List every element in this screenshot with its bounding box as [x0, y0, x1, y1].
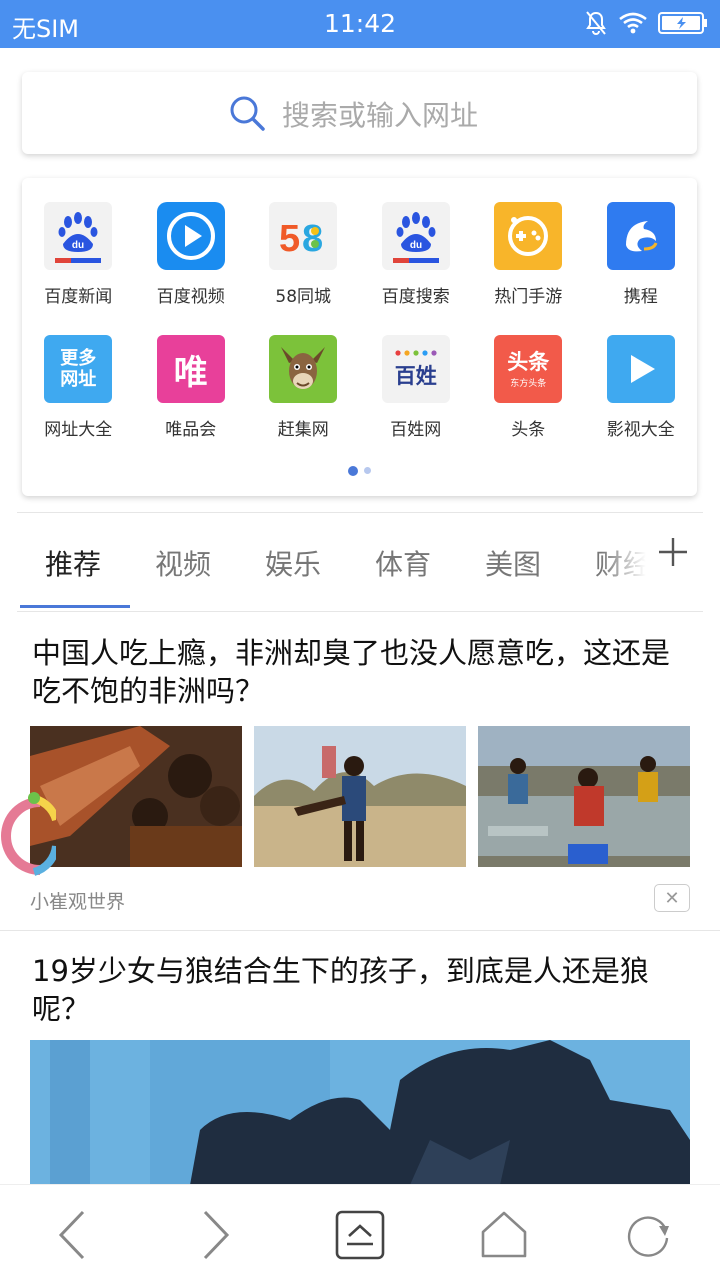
back-button[interactable]	[42, 1205, 102, 1265]
page-indicator	[22, 466, 697, 476]
status-bar: 无SIM 11:42	[0, 0, 720, 48]
tab-entertainment[interactable]: 娱乐	[265, 543, 321, 583]
tab-sports[interactable]: 体育	[375, 543, 431, 583]
shortcut-label: 58同城	[275, 287, 332, 307]
vip-text: 唯	[173, 352, 208, 393]
toutiao-text: 头条	[507, 349, 550, 374]
shortcuts-panel: du 百度新闻 百度视频 5 8 58同城 du 百度搜索 热门手游 携程 更多…	[22, 178, 697, 496]
toutiao-subtext: 东方头条	[510, 378, 547, 389]
active-tab-underline	[20, 605, 130, 608]
refresh-button[interactable]	[618, 1205, 678, 1265]
dismiss-button[interactable]: ✕	[654, 884, 690, 912]
svg-text:8: 8	[302, 218, 323, 259]
search-bar[interactable]: 搜索或输入网址	[22, 72, 697, 154]
home-button[interactable]	[474, 1205, 534, 1265]
gamepad-icon	[494, 202, 563, 270]
refresh-icon	[627, 1216, 669, 1257]
shortcut-label: 百度新闻	[44, 287, 113, 307]
back-icon	[58, 1210, 85, 1260]
shortcut-label: 影视大全	[606, 420, 675, 440]
baidu-icon: du	[381, 202, 450, 270]
shortcut-58[interactable]: 5 8 58同城	[247, 202, 360, 307]
svg-text:5: 5	[279, 218, 300, 259]
shortcut-label: 百姓网	[390, 420, 442, 440]
article-image[interactable]	[30, 1040, 690, 1185]
wifi-icon	[619, 12, 647, 34]
add-tab-icon[interactable]	[657, 535, 689, 575]
tabs-fade	[601, 513, 657, 611]
shortcut-movies[interactable]: 影视大全	[585, 335, 698, 440]
dolphin-icon	[606, 202, 675, 270]
shortcut-ganji[interactable]: 赶集网	[247, 335, 360, 440]
shortcut-toutiao[interactable]: 头条 东方头条 头条	[472, 335, 585, 440]
forward-icon	[203, 1210, 230, 1260]
shortcut-label: 热门手游	[494, 287, 563, 307]
shortcut-baidu-video[interactable]: 百度视频	[135, 202, 248, 307]
thumbnail-image	[478, 726, 690, 867]
play-icon	[606, 335, 675, 403]
shortcut-label: 赶集网	[277, 420, 329, 440]
shortcut-baidu-news[interactable]: du 百度新闻	[22, 202, 135, 307]
baidu-video-icon	[156, 202, 225, 270]
shortcut-label: 百度搜索	[381, 287, 450, 307]
shortcut-label: 头条	[511, 420, 546, 440]
article-thumbnails[interactable]	[30, 726, 690, 867]
page-dot-active	[348, 466, 358, 476]
shortcut-baixing[interactable]: 百姓 百姓网	[360, 335, 473, 440]
svg-text:du: du	[410, 240, 422, 251]
menu-button[interactable]	[330, 1205, 390, 1265]
article-title[interactable]: 中国人吃上瘾，非洲却臭了也没人愿意吃，这还是吃不饱的非洲吗？	[32, 634, 692, 710]
baixing-text: 百姓	[394, 364, 437, 388]
article-source: 小崔观世界	[30, 891, 126, 913]
tab-pictures[interactable]: 美图	[485, 543, 541, 583]
category-tabs: 推荐 视频 娱乐 体育 美图 财经	[17, 512, 703, 612]
more-sites-text: 更多网址	[60, 348, 97, 390]
baixing-icon: 百姓	[381, 335, 450, 403]
tab-recommend[interactable]: 推荐	[45, 543, 101, 583]
shortcut-baidu-search[interactable]: du 百度搜索	[360, 202, 473, 307]
svg-text:du: du	[72, 240, 84, 251]
search-icon	[230, 96, 265, 131]
shortcut-vip[interactable]: 唯 唯品会	[135, 335, 248, 440]
divider	[0, 930, 720, 931]
tab-video[interactable]: 视频	[155, 543, 211, 583]
58-icon: 5 8	[269, 202, 338, 270]
battery-charging-icon	[658, 12, 707, 34]
vip-icon: 唯	[156, 335, 225, 403]
shortcut-label: 唯品会	[165, 420, 217, 440]
donkey-icon	[269, 335, 338, 403]
bottom-nav	[0, 1184, 720, 1280]
article-title[interactable]: 19岁少女与狼结合生下的孩子，到底是人还是狼呢？	[32, 952, 692, 1028]
more-sites-icon: 更多网址	[44, 335, 113, 403]
thumbnail-image	[30, 726, 242, 867]
toutiao-icon: 头条 东方头条	[494, 335, 563, 403]
shortcut-label: 携程	[623, 287, 658, 307]
shortcut-hot-games[interactable]: 热门手游	[472, 202, 585, 307]
forward-button[interactable]	[186, 1205, 246, 1265]
menu-icon	[335, 1210, 385, 1260]
search-input[interactable]: 搜索或输入网址	[282, 94, 478, 134]
page-dot	[364, 467, 371, 474]
baidu-icon: du	[44, 202, 113, 270]
shortcut-label: 网址大全	[44, 420, 113, 440]
shortcut-label: 百度视频	[156, 287, 225, 307]
bell-off-icon	[586, 11, 606, 35]
shortcut-ctrip[interactable]: 携程	[585, 202, 698, 307]
status-icons	[584, 10, 708, 36]
thumbnail-image	[254, 726, 466, 867]
home-icon	[481, 1211, 527, 1258]
floating-ball-icon[interactable]	[0, 790, 56, 876]
shortcut-site-directory[interactable]: 更多网址 网址大全	[22, 335, 135, 440]
